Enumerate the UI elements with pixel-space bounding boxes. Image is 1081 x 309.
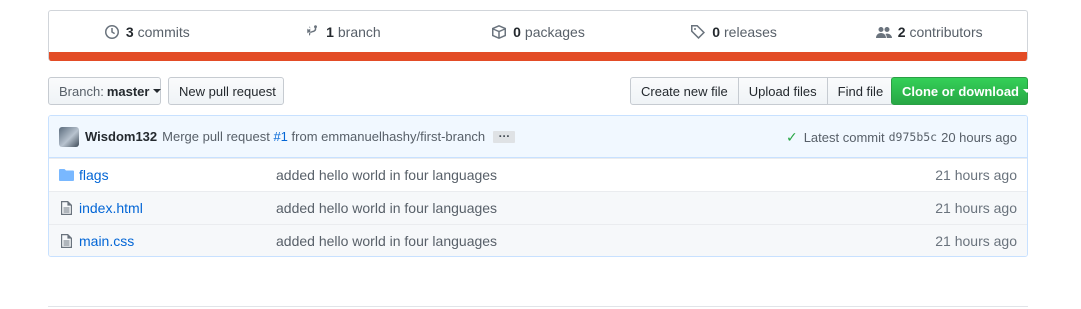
divider [48,306,1028,307]
create-new-file-button[interactable]: Create new file [630,77,739,105]
commits-label: commits [137,24,190,40]
file-icon [59,234,75,248]
branch-select-value: master [106,83,150,99]
new-pull-request-button[interactable]: New pull request [168,77,284,105]
history-icon [104,25,119,39]
people-icon [875,27,892,38]
file-name-link[interactable]: main.css [79,233,276,249]
branch-select-label: Branch: [59,83,104,99]
releases-label: releases [724,24,777,40]
contributors-label: contributors [909,24,983,40]
commit-sha[interactable]: d975b5c [889,130,937,144]
file-commit-message[interactable]: added hello world in four languages [276,167,497,183]
file-commit-message[interactable]: added hello world in four languages [276,200,497,216]
branch-select-button[interactable]: Branch: master [48,77,162,105]
releases-count: 0 [712,24,721,40]
file-actions: Create new file Upload files Find file [630,77,895,105]
file-age: 21 hours ago [935,167,1017,183]
chevron-down-icon [153,89,162,93]
commit-message-suffix[interactable]: from emmanuelhashy/first-branch [292,129,486,144]
releases-link[interactable]: 0 releases [636,24,832,40]
commit-age: 20 hours ago [941,129,1017,145]
contributors-count: 2 [897,24,906,40]
avatar[interactable] [59,126,79,147]
packages-count: 0 [513,24,521,40]
find-file-button[interactable]: Find file [826,77,895,105]
latest-commit-info: ✓ Latest commit d975b5c 20 hours ago [786,116,1017,158]
pull-request-link[interactable]: #1 [273,129,287,144]
upload-files-button[interactable]: Upload files [737,77,828,105]
file-list: Wisdom132 Merge pull request #1 from emm… [48,115,1028,257]
packages-label: packages [524,24,585,40]
file-name-link[interactable]: index.html [79,200,276,216]
branch-label: branch [337,24,381,40]
commits-count: 3 [125,24,134,40]
check-icon[interactable]: ✓ [786,129,798,146]
latest-commit-label: Latest commit [803,129,885,145]
summary-row: 3 commits 1 branch 0 packages 0 releases… [49,11,1027,53]
clone-or-download-button[interactable]: Clone or download [891,77,1031,105]
folder-icon [59,168,75,182]
table-row: index.html added hello world in four lan… [49,191,1027,224]
table-row: flags added hello world in four language… [49,158,1027,191]
file-navigation: Branch: master New pull request Create n… [48,77,1031,106]
file-name-link[interactable]: flags [79,167,276,183]
contributors-link[interactable]: 2 contributors [831,24,1027,40]
commit-message-prefix[interactable]: Merge pull request [162,129,270,144]
git-branch-icon [307,25,318,36]
chevron-down-icon [1023,89,1031,93]
commit-author[interactable]: Wisdom132 [85,129,157,144]
file-age: 21 hours ago [935,200,1017,216]
repo-summary: 3 commits 1 branch 0 packages 0 releases… [48,10,1028,61]
package-icon [492,25,507,39]
commits-link[interactable]: 3 commits [49,24,245,40]
file-commit-message[interactable]: added hello world in four languages [276,233,497,249]
clone-or-download-label: Clone or download [902,83,1019,99]
branch-link[interactable]: 1 branch [245,24,441,40]
branch-count: 1 [326,24,334,40]
packages-link[interactable]: 0 packages [440,24,636,40]
table-row: main.css added hello world in four langu… [49,224,1027,256]
file-age: 21 hours ago [935,233,1017,249]
tag-icon [691,25,706,39]
file-icon [59,201,75,215]
commit-message[interactable]: Merge pull request #1 from emmanuelhashy… [162,129,485,144]
expand-commit-button[interactable]: … [493,127,516,143]
language-bar[interactable] [49,52,1027,61]
latest-commit-bar: Wisdom132 Merge pull request #1 from emm… [49,116,1027,158]
